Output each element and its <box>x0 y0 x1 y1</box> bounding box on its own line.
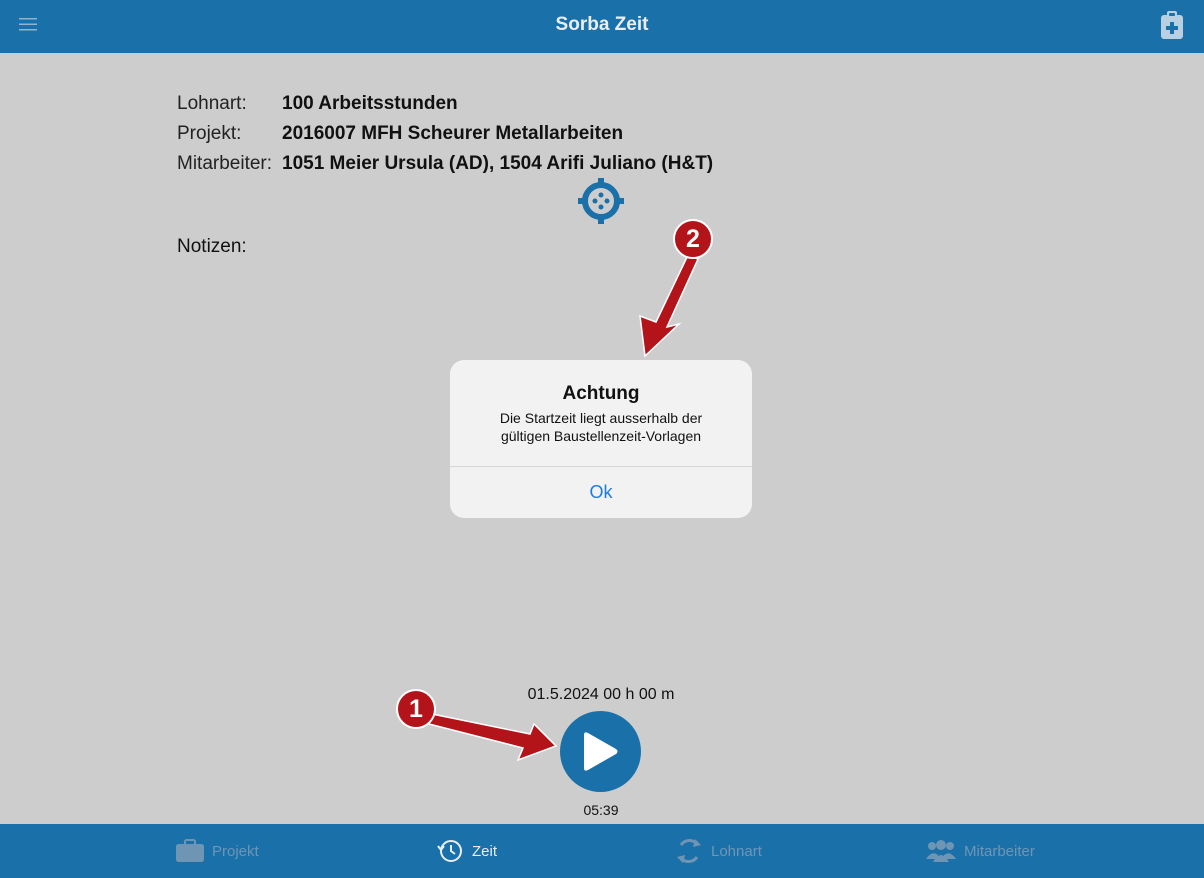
tab-projekt[interactable]: Projekt <box>176 824 259 878</box>
play-button[interactable] <box>560 711 641 792</box>
users-icon <box>926 840 956 862</box>
detail-row-lohnart: Lohnart: 100 Arbeitsstunden <box>177 89 713 119</box>
tab-zeit[interactable]: Zeit <box>436 824 497 878</box>
ok-button[interactable]: Ok <box>450 467 752 518</box>
booking-details: Lohnart: 100 Arbeitsstunden Projekt: 201… <box>177 89 713 179</box>
detail-label: Mitarbeiter: <box>177 153 273 174</box>
detail-value: 2016007 MFH Scheurer Metallarbeiten <box>282 123 624 144</box>
alert-dialog: Achtung Die Startzeit liegt ausserhalb d… <box>450 360 752 518</box>
detail-value: 1051 Meier Ursula (AD), 1504 Arifi Julia… <box>282 153 714 174</box>
elapsed-time: 05:39 <box>583 802 619 818</box>
tab-mitarbeiter[interactable]: Mitarbeiter <box>926 824 1035 878</box>
tab-label: Projekt <box>212 842 259 860</box>
annotation-badge-1: 1 <box>396 689 436 729</box>
detail-row-mitarbeiter: Mitarbeiter: 1051 Meier Ursula (AD), 150… <box>177 149 713 179</box>
arrow-1 <box>428 713 558 762</box>
timer-date-duration: 01.5.2024 00 h 00 m <box>527 686 675 703</box>
arrow-2 <box>639 254 700 358</box>
bottom-tab-bar: Projekt Zeit Lohnart Mitarbeiter <box>0 824 1204 878</box>
notes-label: Notizen: <box>177 236 247 257</box>
refresh-icon <box>677 838 701 864</box>
tab-lohnart[interactable]: Lohnart <box>675 824 762 878</box>
detail-label: Lohnart: <box>177 93 247 114</box>
dialog-message: Die Startzeit liegt ausserhalb der gülti… <box>499 410 703 444</box>
annotation-badge-2: 2 <box>673 219 713 259</box>
briefcase-icon <box>176 839 204 862</box>
clipboard-plus-icon[interactable] <box>1161 11 1183 39</box>
detail-value: 100 Arbeitsstunden <box>282 93 458 114</box>
tab-label: Lohnart <box>711 842 762 860</box>
play-icon <box>584 732 618 771</box>
detail-label: Projekt: <box>177 123 242 144</box>
dialog-title: Achtung <box>562 383 640 404</box>
top-bar: Sorba Zeit <box>0 0 1204 53</box>
detail-row-projekt: Projekt: 2016007 MFH Scheurer Metallarbe… <box>177 119 713 149</box>
app-title: Sorba Zeit <box>555 14 649 35</box>
crosshair-target-icon[interactable] <box>578 178 624 224</box>
tab-label: Mitarbeiter <box>964 842 1035 860</box>
clock-icon <box>437 840 462 862</box>
tab-label: Zeit <box>472 842 498 860</box>
